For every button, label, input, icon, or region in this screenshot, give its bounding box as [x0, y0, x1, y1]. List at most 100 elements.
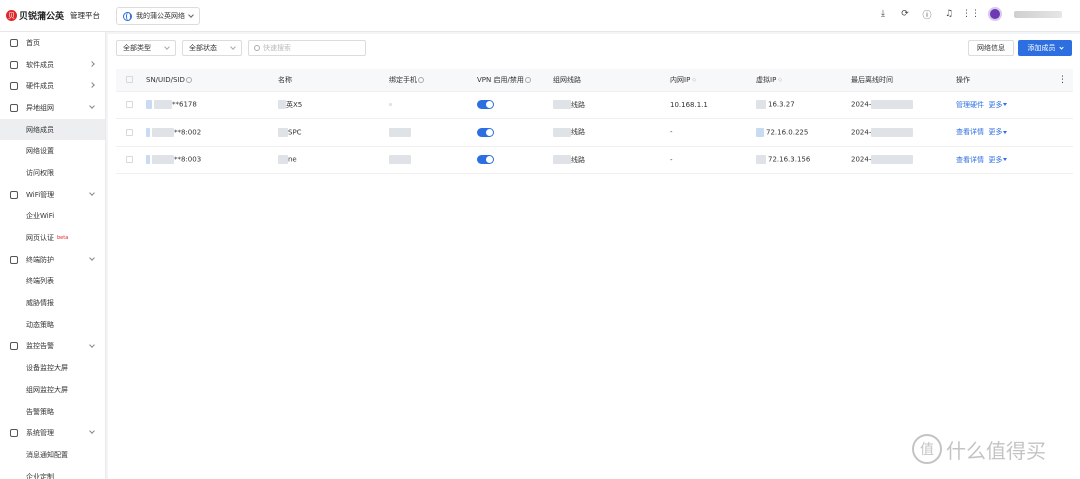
apps-grid-icon[interactable]: ⋮⋮ [962, 9, 980, 19]
redacted-block [756, 127, 764, 137]
cell-lan-ip: - [670, 118, 756, 147]
sidebar-group-label: 异地组网 [26, 103, 54, 112]
sidebar-group[interactable]: 首页 [0, 32, 105, 54]
type-filter-select[interactable]: 全部类型 [116, 40, 176, 56]
chevron-down-icon [89, 341, 95, 348]
sidebar-item[interactable]: 网页认证 beta [0, 227, 105, 249]
row-more-dropdown[interactable]: 更多 [988, 101, 1008, 109]
sort-icon[interactable]: ◇ [692, 77, 696, 83]
chevron-down-icon [89, 428, 95, 435]
row-more-dropdown[interactable]: 更多 [988, 156, 1008, 164]
col-header-vpn: VPN 启用/禁用 [477, 69, 553, 92]
avatar[interactable] [988, 7, 1002, 21]
wifi-icon [10, 190, 18, 199]
sidebar-item[interactable]: 威胁情报 [0, 292, 105, 314]
sync-icon[interactable]: ⟳ [900, 9, 910, 19]
cell-sn: **6178 [146, 91, 278, 119]
row-action-link[interactable]: 查看详情 [956, 156, 984, 164]
sidebar-item[interactable]: 企业WiFi [0, 206, 105, 228]
sidebar-item[interactable]: 消息通知配置 [0, 444, 105, 466]
cell-last-offline: 2024- [851, 146, 956, 174]
cell-sn: **8:003 [146, 146, 278, 174]
table-row[interactable]: **6178 英X5 线路 10.168.1.1 16.3.27 2024- 管理硬件 更多 [116, 91, 1073, 119]
row-more-dropdown[interactable]: 更多 [988, 128, 1008, 136]
sidebar-item-label: 威胁情报 [26, 299, 54, 308]
brand[interactable]: 贝 贝锐蒲公英 管理平台 [0, 9, 106, 22]
vpn-toggle[interactable] [477, 155, 494, 165]
vpn-toggle[interactable] [477, 100, 494, 110]
sidebar-item[interactable]: 网络成员 [0, 118, 105, 141]
chevron-right-icon [89, 60, 95, 67]
col-header-actions: 操作 [956, 69, 1051, 92]
sidebar-item[interactable]: 告警策略 [0, 401, 105, 423]
row-action-link[interactable]: 查看详情 [956, 128, 984, 136]
sidebar-item[interactable]: 网络设置 [0, 140, 105, 162]
sidebar-item[interactable]: 访问权限 [0, 162, 105, 184]
vpn-toggle[interactable] [477, 127, 494, 137]
redacted-block [553, 155, 571, 165]
select-all-checkbox[interactable] [126, 76, 133, 84]
chevron-down-icon [89, 189, 95, 196]
sidebar-item-label: 网页认证 [26, 234, 54, 243]
sidebar-item[interactable]: 动态策略 [0, 314, 105, 336]
sidebar-item[interactable]: 设备监控大屏 [0, 357, 105, 379]
row-checkbox[interactable] [126, 101, 133, 109]
table-row[interactable]: **8:002 SPC 线路 -72.16.0.225 2024- 查看详情 更多 [116, 118, 1073, 147]
eye-icon[interactable] [418, 76, 424, 83]
brand-logo-icon: 贝 [6, 10, 17, 21]
sidebar-item-label: 设备监控大屏 [26, 364, 68, 373]
watermark-logo-icon: 值 [912, 434, 942, 464]
network-select[interactable]: 我的蒲公英网络 [116, 7, 200, 25]
sidebar-group-label: 首页 [26, 38, 40, 47]
redacted-block [756, 100, 766, 110]
bell-icon[interactable]: ♫ [944, 9, 954, 19]
cell-lan-ip: - [670, 146, 756, 174]
cell-phone [389, 118, 477, 147]
caret-down-icon [1003, 103, 1008, 107]
search-box[interactable] [248, 40, 366, 56]
col-header-phone: 绑定手机 [389, 69, 477, 92]
help-icon[interactable]: ⓘ [922, 9, 932, 21]
sidebar-item[interactable]: 企业定制 [0, 466, 105, 479]
sidebar-group[interactable]: 监控告警 [0, 336, 105, 358]
help-icon[interactable] [524, 76, 531, 83]
row-checkbox[interactable] [126, 156, 133, 164]
sidebar-item-label: 消息通知配置 [26, 450, 68, 459]
sidebar-group[interactable]: 终端防护 [0, 249, 105, 271]
column-settings-icon[interactable]: ⋮ [1051, 69, 1073, 92]
sort-icon[interactable]: ◇ [778, 77, 782, 83]
search-input[interactable] [263, 44, 363, 52]
eye-icon[interactable] [185, 76, 192, 83]
table-row[interactable]: **8:003 ne 线路 -72.16.3.156 2024- 查看详情 更多 [116, 146, 1073, 174]
sidebar-group[interactable]: WiFi管理 [0, 184, 105, 206]
cell-actions: 管理硬件 更多 [956, 91, 1051, 119]
sidebar-item-label: 访问权限 [26, 168, 54, 177]
col-header-sn[interactable]: SN/UID/SID [146, 69, 278, 92]
sidebar-group[interactable]: 异地组网 [0, 97, 105, 119]
sidebar-item[interactable]: 终端列表 [0, 271, 105, 293]
status-filter-select[interactable]: 全部状态 [182, 40, 242, 56]
redacted-block [871, 127, 914, 137]
download-icon[interactable]: ⤓ [878, 9, 888, 19]
redacted-block [389, 155, 411, 165]
cell-vpn [477, 91, 553, 119]
col-header-virtual-ip[interactable]: 虚拟IP ◇ [756, 69, 851, 92]
cell-route: 线路 [553, 146, 670, 174]
sidebar-item-label: 企业定制 [26, 472, 54, 479]
cell-virtual-ip: 72.16.0.225 [756, 118, 851, 147]
device-icon [10, 82, 18, 91]
username-blurred[interactable] [1014, 10, 1062, 18]
row-action-link[interactable]: 管理硬件 [956, 101, 984, 109]
sidebar-item-label: 网络设置 [26, 147, 54, 156]
sidebar-group[interactable]: 软件成员 [0, 54, 105, 76]
sidebar-group[interactable]: 系统管理 [0, 422, 105, 444]
sidebar-item-label: 企业WiFi [26, 212, 55, 221]
network-info-button[interactable]: 网络信息 [968, 40, 1014, 56]
add-member-button[interactable]: 添加成员 [1018, 40, 1072, 56]
sidebar-item[interactable]: 组网监控大屏 [0, 379, 105, 401]
sidebar-group[interactable]: 硬件成员 [0, 75, 105, 97]
chevron-down-icon [188, 12, 194, 18]
sidebar-item-label: 动态策略 [26, 320, 54, 329]
col-header-lan-ip[interactable]: 内网IP ◇ [670, 69, 756, 92]
row-checkbox[interactable] [126, 128, 133, 136]
